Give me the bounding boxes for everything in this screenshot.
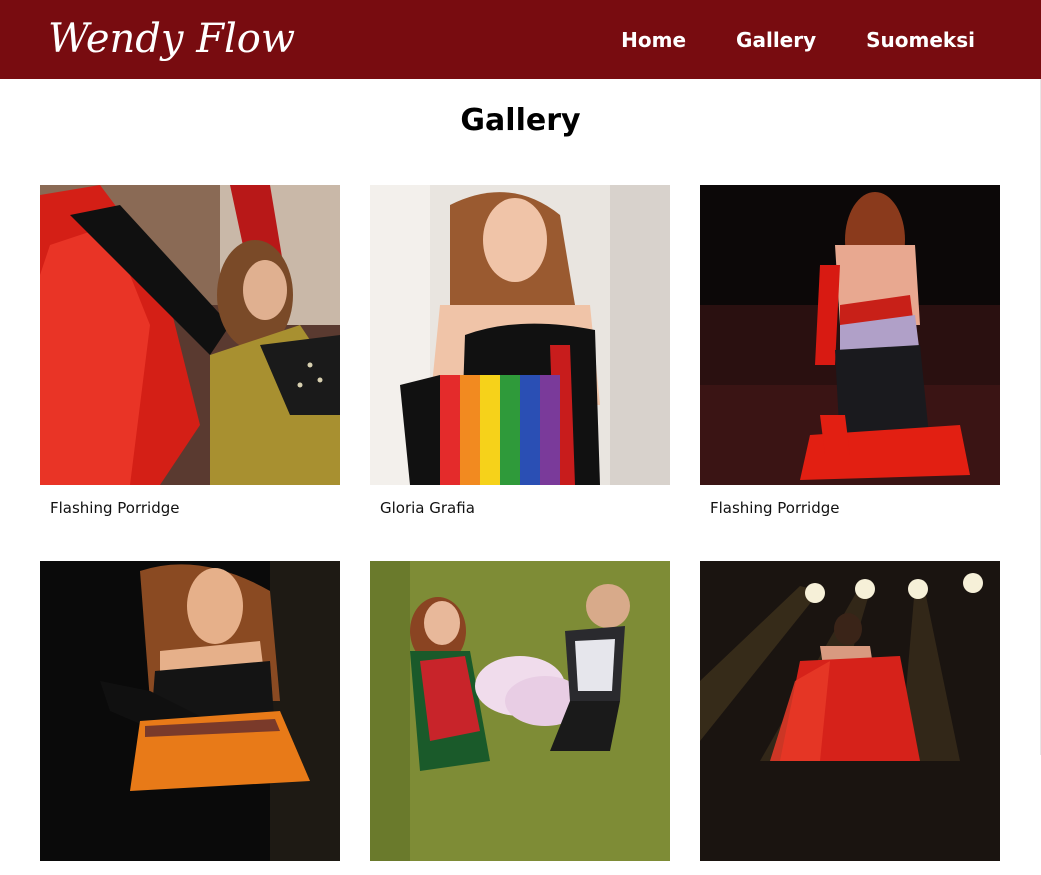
gallery-caption: Flashing Porridge — [50, 499, 180, 517]
gallery-item: Flashing Porridge — [40, 185, 340, 517]
page-title: Gallery — [460, 103, 581, 138]
nav-link-home[interactable]: Home — [621, 28, 686, 52]
gallery-item — [40, 561, 340, 875]
gallery-item — [700, 561, 1000, 875]
site-header: Wendy Flow Home Gallery Suomeksi — [0, 0, 1041, 79]
gallery-caption: Flashing Porridge — [710, 499, 840, 517]
nav-link-gallery[interactable]: Gallery — [736, 28, 816, 52]
nav-link-suomeksi[interactable]: Suomeksi — [866, 28, 975, 52]
gallery-photo[interactable] — [370, 561, 670, 861]
main-nav: Home Gallery Suomeksi — [621, 0, 975, 79]
gallery-photo[interactable] — [700, 185, 1000, 485]
gallery-photo[interactable] — [370, 185, 670, 485]
gallery-photo[interactable] — [700, 561, 1000, 861]
gallery-item — [370, 561, 670, 875]
site-logo[interactable]: Wendy Flow — [48, 6, 295, 72]
gallery-photo[interactable] — [40, 561, 340, 861]
gallery-item: Gloria Grafia — [370, 185, 670, 517]
gallery-caption: Gloria Grafia — [380, 499, 475, 517]
gallery-photo[interactable] — [40, 185, 340, 485]
gallery-item: Flashing Porridge — [700, 185, 1000, 517]
